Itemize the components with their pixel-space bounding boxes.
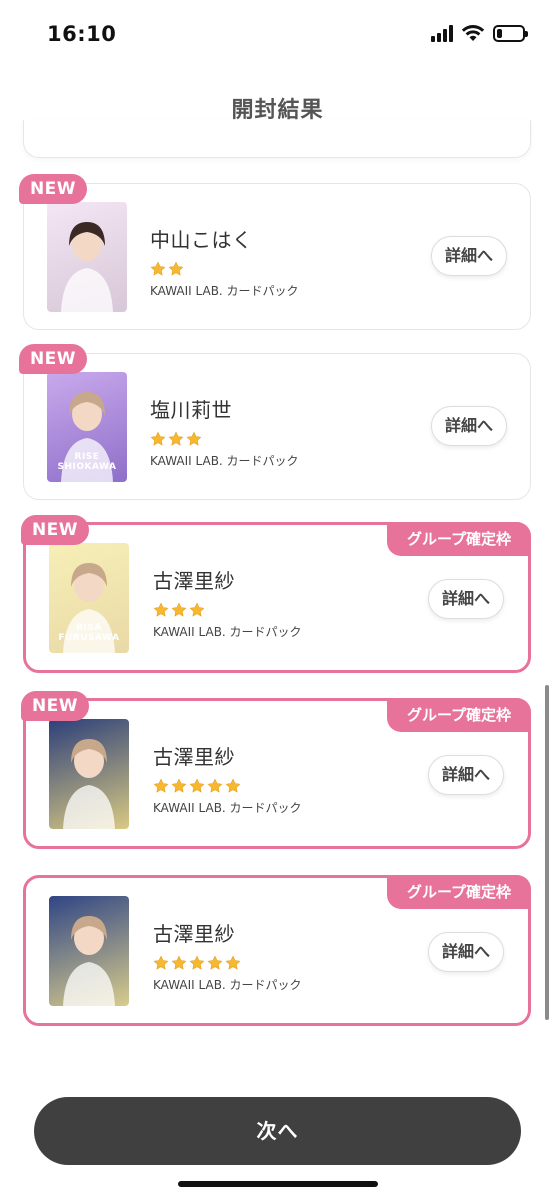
rarity-stars: [150, 261, 299, 279]
home-indicator[interactable]: [178, 1181, 378, 1187]
star-icon: [171, 778, 187, 796]
card-thumbnail: [49, 896, 129, 1006]
new-badge: NEW: [19, 174, 87, 204]
member-name: 中山こはく: [150, 228, 253, 252]
member-name: 塩川莉世: [150, 398, 232, 422]
group-slot-badge: グループ確定枠: [387, 875, 531, 909]
result-card: グループ確定枠古澤里紗 KAWAII LAB. カードパック 詳細へ: [23, 875, 531, 1026]
card-info: 古澤里紗 KAWAII LAB. カードパック: [153, 741, 302, 816]
star-icon: [207, 778, 223, 796]
star-icon: [171, 602, 187, 620]
cellular-signal-icon: [431, 24, 453, 42]
star-icon: [168, 431, 184, 449]
result-card: NEW 中山こはく KAWAII LAB. カードパック 詳細へ: [19, 174, 531, 330]
star-icon: [225, 955, 241, 973]
card-thumbnail-caption: RISA FURUSAWA: [58, 623, 120, 643]
detail-button[interactable]: 詳細へ: [428, 579, 504, 619]
detail-button[interactable]: 詳細へ: [428, 932, 504, 972]
card-thumbnail: [49, 719, 129, 829]
result-card: NEW グループ確定枠 RISA FURUSAWA 古澤里紗 KAWAII LAB. カ…: [21, 515, 531, 673]
star-icon: [225, 778, 241, 796]
pack-name: KAWAII LAB. カードパック: [153, 625, 302, 639]
star-icon: [189, 778, 205, 796]
star-icon: [189, 955, 205, 973]
pack-name: KAWAII LAB. カードパック: [153, 801, 302, 815]
star-icon: [207, 955, 223, 973]
next-button[interactable]: 次へ: [34, 1097, 521, 1165]
member-name: 古澤里紗: [153, 745, 235, 769]
star-icon: [153, 955, 169, 973]
star-icon: [150, 261, 166, 279]
detail-button[interactable]: 詳細へ: [431, 236, 507, 276]
card-info: 塩川莉世 KAWAII LAB. カードパック: [150, 394, 299, 469]
new-badge: NEW: [21, 515, 89, 545]
wifi-icon: [461, 25, 485, 41]
card-info: 中山こはく KAWAII LAB. カードパック: [150, 224, 299, 299]
star-icon: [153, 602, 169, 620]
previous-card-partial: [23, 120, 531, 158]
detail-button[interactable]: 詳細へ: [428, 755, 504, 795]
pack-name: KAWAII LAB. カードパック: [153, 978, 302, 992]
star-icon: [153, 778, 169, 796]
star-icon: [168, 261, 184, 279]
rarity-stars: [150, 431, 299, 449]
star-icon: [186, 431, 202, 449]
new-badge: NEW: [21, 691, 89, 721]
pack-name: KAWAII LAB. カードパック: [150, 284, 299, 298]
card-info: 古澤里紗 KAWAII LAB. カードパック: [153, 918, 302, 993]
member-name: 古澤里紗: [153, 569, 235, 593]
star-icon: [150, 431, 166, 449]
group-slot-badge: グループ確定枠: [387, 698, 531, 732]
star-icon: [171, 955, 187, 973]
member-name: 古澤里紗: [153, 922, 235, 946]
card-thumbnail-caption: RISE SHIOKAWA: [57, 452, 117, 472]
card-thumbnail: RISE SHIOKAWA: [47, 372, 127, 482]
group-slot-badge: グループ確定枠: [387, 522, 531, 556]
rarity-stars: [153, 778, 302, 796]
rarity-stars: [153, 955, 302, 973]
battery-icon: [493, 24, 528, 42]
pack-name: KAWAII LAB. カードパック: [150, 454, 299, 468]
card-thumbnail: [47, 202, 127, 312]
status-bar: 16:10: [0, 0, 555, 70]
new-badge: NEW: [19, 344, 87, 374]
status-icons: [431, 24, 528, 42]
star-icon: [189, 602, 205, 620]
detail-button[interactable]: 詳細へ: [431, 406, 507, 446]
card-info: 古澤里紗 KAWAII LAB. カードパック: [153, 565, 302, 640]
card-thumbnail: RISA FURUSAWA: [49, 543, 129, 653]
rarity-stars: [153, 602, 302, 620]
result-card: NEW RISE SHIOKAWA 塩川莉世 KAWAII LAB. カードパック 詳細…: [19, 344, 531, 500]
result-card: NEW グループ確定枠古澤里紗 KAWAII LAB. カードパック 詳細へ: [21, 691, 531, 849]
status-time: 16:10: [47, 22, 117, 46]
scrollbar[interactable]: [545, 685, 549, 1020]
